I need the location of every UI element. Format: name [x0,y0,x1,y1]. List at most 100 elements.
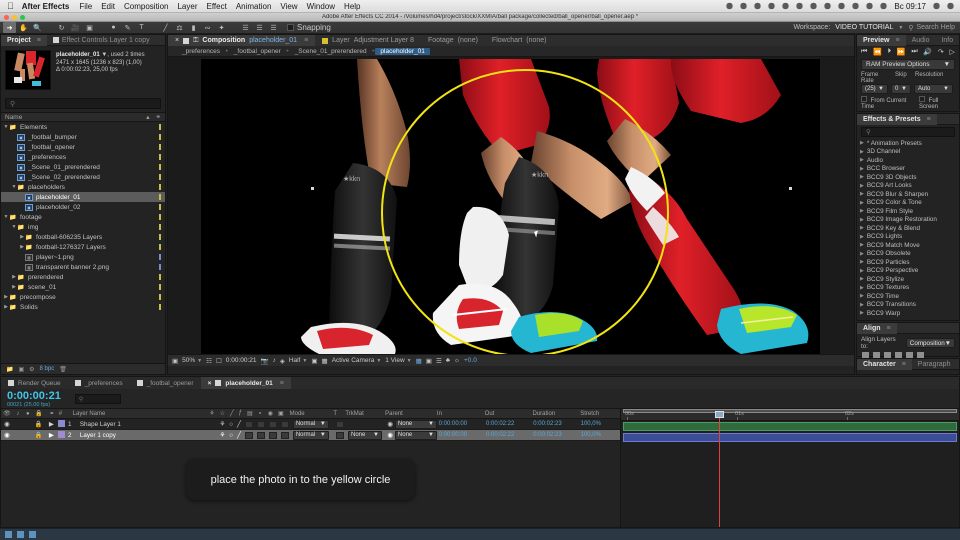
label-color-swatch[interactable] [159,134,161,140]
composition-stage[interactable]: ★kkn ★kkn [201,59,820,354]
breadcrumb-item[interactable]: _footbal_opener [229,48,286,55]
duration-value[interactable]: 0:00:02:23 [533,421,580,427]
chevron-right-icon[interactable]: ▶ [860,183,864,189]
ram-preview-options-select[interactable]: RAM Preview Options ▼ [861,59,955,70]
video-toggle[interactable]: ◉ [1,432,13,439]
timeline-search-input[interactable]: ⚲ [74,394,121,404]
project-search-input[interactable]: ⚲ [5,98,161,109]
layer-handle-right[interactable] [789,187,792,190]
tab-flowchart[interactable]: Flowchart (none) [485,35,554,46]
preserve-transparency-toggle[interactable] [336,420,345,428]
parent-pickwhip-icon[interactable]: ◉ [387,432,393,439]
frameblend-toggle[interactable] [256,420,265,428]
shy-toggle[interactable]: ⚘ [220,421,226,428]
label-color-swatch[interactable] [159,144,161,150]
chevron-right-icon[interactable]: ▶ [860,157,864,163]
effects-list-item[interactable]: ▶ BCC9 Perspective [857,267,959,276]
lock-toggle[interactable]: 🔒 [33,431,45,439]
tab-layer[interactable]: Layer Adjustment Layer 8 [315,35,421,46]
project-tree-item[interactable]: ▼ 📁 img [1,222,165,232]
menu-file[interactable]: File [79,2,92,11]
hand-tool[interactable]: ✋ [17,22,30,33]
effects-list-item[interactable]: ▶ BCC9 Transitions [857,301,959,310]
preserve-transparency-toggle[interactable] [336,431,345,439]
video-toggle[interactable]: ◉ [1,421,13,428]
parent-select[interactable]: None ▼ [394,419,437,429]
duplicate-icon[interactable] [17,531,24,538]
trkmat-header[interactable]: TrkMat [345,411,385,417]
label-color-swatch[interactable] [159,184,161,190]
quality-toggle[interactable]: ╱ [237,432,241,439]
project-settings-icon[interactable]: ⚙ [29,366,34,373]
roto-brush-tool[interactable]: ∾ [201,22,214,33]
stretch-value[interactable]: 100,0% [581,421,620,427]
motionblur-toggle[interactable] [268,420,277,428]
project-tree-item[interactable]: ▣ _Scene_01_prerendered [1,162,165,172]
label-color-swatch[interactable] [159,224,161,230]
timeline-tab[interactable]: _preferences [68,377,130,389]
in-point[interactable]: 0:00:00:00 [439,421,486,427]
panel-menu-icon[interactable]: ≡ [280,380,284,387]
pixel-aspect-icon[interactable]: ▦ [416,357,422,365]
time-ruler[interactable]: 00s 01s 02s [621,409,959,421]
current-time-indicator[interactable] [715,411,724,527]
effects-list-item[interactable]: ▶ BCC9 Warp [857,309,959,317]
in-point[interactable]: 0:00:00:00 [439,432,486,438]
effects-list-item[interactable]: ▶ BCC9 Blur & Sharpen [857,190,959,199]
bluetooth-icon[interactable] [782,2,790,10]
label-color-swatch[interactable] [159,204,161,210]
layer-name[interactable]: Layer 1 copy [80,432,190,439]
viewer-timecode[interactable]: 0:00:00:21 [226,357,257,364]
tab-footage[interactable]: Footage (none) [421,35,485,46]
t-header[interactable]: T [333,411,345,417]
label-color-swatch[interactable] [159,164,161,170]
cloud-icon[interactable] [740,2,748,10]
camera-tool[interactable]: 🎥 [69,22,82,33]
project-tree-item[interactable]: ▶ 📁 Solids [1,302,165,312]
moon-icon[interactable] [852,2,860,10]
in-header[interactable]: In [437,411,485,417]
effects-list-item[interactable]: ▶ BCC9 Image Restoration [857,216,959,225]
panel-menu-icon[interactable]: ≡ [304,37,308,44]
tag-icon[interactable] [768,2,776,10]
tab-paragraph[interactable]: Paragraph [912,359,957,370]
label-color-swatch[interactable] [58,419,66,427]
project-tree-item[interactable]: ▣ _footbal_bumper [1,132,165,142]
snapping-control[interactable]: Snapping [287,23,331,32]
chevron-right-icon[interactable]: ▶ [860,251,864,257]
at-icon[interactable] [754,2,762,10]
spotlight-icon[interactable] [933,2,940,10]
align-center-icon[interactable]: ☰ [253,22,266,33]
project-tree-item[interactable]: ▼ 📁 footage [1,212,165,222]
layer-name-header[interactable]: Layer Name [73,411,182,417]
cti-handle[interactable] [715,411,724,418]
panel-menu-icon[interactable]: ≡ [895,37,899,44]
align-right-icon[interactable]: ☰ [267,22,280,33]
project-tree-item[interactable]: ▶ 📁 precompose [1,292,165,302]
effects-list-item[interactable]: ▶ BCC9 Particles [857,258,959,267]
timeline-tab[interactable]: Render Queue [1,377,68,389]
frame-rate-select[interactable]: (25) ▼ [861,84,888,94]
tab-character[interactable]: Character ≡ [857,358,912,370]
region-of-interest-icon[interactable]: ☐ [216,357,222,365]
play-icon[interactable]: ⏵ [888,48,892,56]
chevron-right-icon[interactable]: ▶ [860,234,864,240]
clone-stamp-tool[interactable]: ⚖ [173,22,186,33]
out-point[interactable]: 0:00:02:22 [486,432,533,438]
effects-list-item[interactable]: ▶ 3D Channel [857,148,959,157]
breadcrumb-item[interactable]: placeholder_01 [375,47,430,55]
tab-effects-presets[interactable]: Effects & Presets ≡ [857,113,937,125]
chevron-right-icon[interactable]: ▶ [860,191,864,197]
twirl-icon[interactable]: ▶ [44,432,58,439]
effects-toggle[interactable] [244,431,253,439]
chevron-right-icon[interactable]: ▶ [860,140,864,146]
puppet-pin-tool[interactable]: ✦ [215,22,228,33]
chevron-right-icon[interactable]: ▶ [860,242,864,248]
notification-icon[interactable] [947,2,954,10]
eraser-tool[interactable]: ▮ [187,22,200,33]
label-color-swatch[interactable] [159,304,161,310]
new-comp-icon[interactable]: ▣ [18,366,24,373]
project-tree-item[interactable]: ▣ _Scene_02_prerendered [1,172,165,182]
dropbox-icon[interactable] [726,2,734,10]
threed-toggle[interactable] [280,420,289,428]
